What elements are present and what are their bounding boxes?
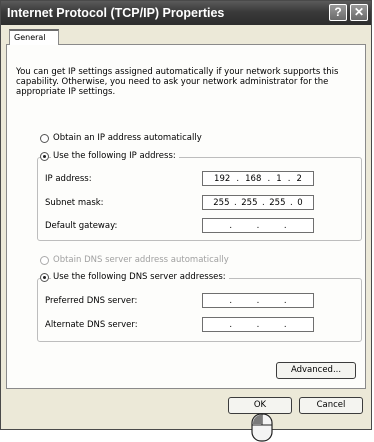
tcpip-properties-dialog: Internet Protocol (TCP/IP) Properties ? … — [0, 0, 372, 430]
alternate-dns-label: Alternate DNS server: — [45, 320, 138, 330]
radio-use-following-ip[interactable] — [40, 152, 49, 161]
advanced-button[interactable]: Advanced... — [276, 362, 356, 379]
intro-text: You can get IP settings assigned automat… — [16, 67, 339, 97]
mouse-icon — [251, 413, 273, 442]
cancel-button[interactable]: Cancel — [299, 397, 363, 414]
title-bar[interactable]: Internet Protocol (TCP/IP) Properties ? … — [1, 1, 371, 25]
obtain-ip-auto-label[interactable]: Obtain an IP address automatically — [53, 133, 202, 143]
ip-address-input[interactable]: 192. 168. 1. 2 — [202, 171, 314, 186]
preferred-dns-input[interactable]: . . . — [202, 293, 314, 308]
obtain-dns-auto-label[interactable]: Obtain DNS server address automatically — [53, 255, 229, 265]
ip-octet-1: 192 — [214, 173, 231, 184]
alternate-dns-input[interactable]: . . . — [202, 317, 314, 332]
subnet-mask-label: Subnet mask: — [45, 198, 104, 208]
mask-octet-3: 255 — [269, 197, 286, 208]
window-title: Internet Protocol (TCP/IP) Properties — [7, 6, 225, 20]
close-icon: ✕ — [353, 5, 365, 19]
tab-general[interactable]: General — [9, 29, 59, 45]
radio-obtain-ip-auto[interactable] — [40, 134, 49, 143]
default-gateway-input[interactable]: . . . — [202, 218, 314, 233]
mask-octet-1: 255 — [213, 197, 230, 208]
radio-obtain-dns-auto[interactable] — [40, 256, 49, 265]
general-panel: You can get IP settings assigned automat… — [6, 44, 366, 389]
preferred-dns-label: Preferred DNS server: — [45, 296, 138, 306]
mask-octet-2: 255 — [241, 197, 258, 208]
use-following-ip-label[interactable]: Use the following IP address: — [51, 151, 179, 161]
radio-use-following-dns[interactable] — [40, 273, 49, 282]
ok-button[interactable]: OK — [228, 397, 292, 414]
ip-address-label: IP address: — [45, 174, 92, 184]
use-following-dns-label[interactable]: Use the following DNS server addresses: — [51, 272, 229, 282]
ip-octet-2: 168 — [245, 173, 262, 184]
help-icon: ? — [334, 5, 342, 19]
tab-general-label: General — [14, 33, 46, 42]
mask-octet-4: 0 — [297, 197, 303, 208]
default-gateway-label: Default gateway: — [45, 221, 118, 231]
subnet-mask-input[interactable]: 255. 255. 255. 0 — [202, 195, 314, 210]
ip-octet-3: 1 — [276, 173, 282, 184]
help-button[interactable]: ? — [329, 4, 347, 21]
ip-octet-4: 2 — [296, 173, 302, 184]
close-button[interactable]: ✕ — [350, 4, 368, 21]
dns-address-group — [37, 278, 362, 342]
